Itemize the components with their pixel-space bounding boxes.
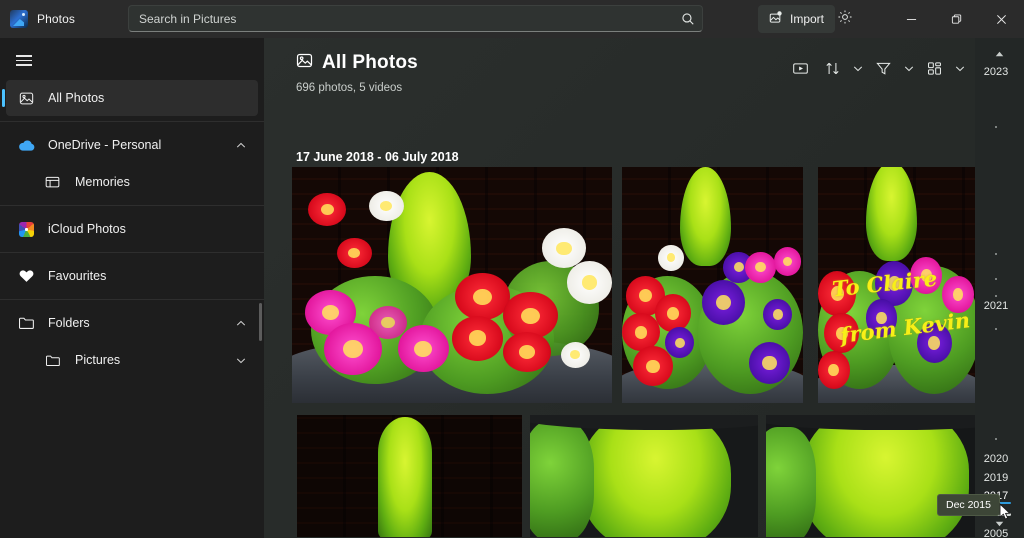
- view-dropdown-chevron[interactable]: [951, 53, 968, 83]
- photo-icon: [16, 91, 36, 106]
- photo-thumbnail[interactable]: [297, 415, 522, 537]
- scrubber-year-2019[interactable]: 2019: [975, 472, 1017, 484]
- sidebar-item-label: Favourites: [48, 269, 107, 283]
- import-label: Import: [790, 12, 825, 26]
- chevron-down-icon[interactable]: [236, 351, 246, 369]
- timeline-scrubber[interactable]: 2023 2021 2020 2019 2017 2005: [975, 38, 1024, 538]
- sidebar-item-icloud-photos[interactable]: iCloud Photos: [6, 211, 258, 247]
- scrubber-tick-dot: [995, 328, 997, 330]
- chevron-up-icon[interactable]: [236, 136, 246, 154]
- close-button[interactable]: [979, 0, 1024, 38]
- sidebar-scrollbar-thumb[interactable]: [259, 303, 262, 341]
- chevron-up-icon[interactable]: [236, 314, 246, 332]
- date-tooltip: Dec 2015: [937, 494, 1000, 516]
- search-bar[interactable]: [128, 5, 703, 32]
- scrubber-year-2023[interactable]: 2023: [975, 66, 1017, 78]
- main-content: All Photos 696 photos, 5 videos 17 June …: [264, 38, 1024, 538]
- sidebar-item-favourites[interactable]: Favourites: [6, 258, 258, 294]
- sort-dropdown-chevron[interactable]: [849, 53, 866, 83]
- scrubber-scroll-up-button[interactable]: [975, 46, 1024, 62]
- sidebar: All Photos OneDrive - Personal Memories: [0, 38, 264, 538]
- photos-app-window: Photos Import: [0, 0, 1024, 538]
- photo-thumbnail[interactable]: [292, 167, 612, 403]
- page-title: All Photos: [296, 52, 418, 74]
- view-layout-button[interactable]: [919, 53, 949, 83]
- maximize-restore-button[interactable]: [934, 0, 979, 38]
- page-title-text: All Photos: [322, 52, 418, 73]
- sidebar-divider: [0, 252, 264, 253]
- import-photo-icon: [769, 10, 784, 28]
- heart-icon: [16, 269, 36, 283]
- hamburger-icon: [16, 55, 32, 66]
- folder-icon: [42, 354, 62, 367]
- folder-icon: [16, 316, 36, 330]
- cloud-icon: [16, 139, 36, 152]
- scrubber-tick-dot: [995, 438, 997, 440]
- sidebar-item-all-photos[interactable]: All Photos: [2, 80, 258, 116]
- scrubber-tick-dot: [995, 126, 997, 128]
- date-range-header: 17 June 2018 - 06 July 2018: [296, 150, 459, 164]
- photo-icon: [296, 52, 313, 74]
- photo-thumbnail[interactable]: [622, 167, 803, 403]
- scrubber-year-2020[interactable]: 2020: [975, 453, 1017, 465]
- sort-button[interactable]: [817, 53, 847, 83]
- sidebar-item-label: Pictures: [75, 353, 121, 367]
- sidebar-item-label: iCloud Photos: [48, 222, 126, 236]
- sidebar-item-onedrive-personal[interactable]: OneDrive - Personal: [6, 127, 258, 163]
- search-icon[interactable]: [674, 12, 702, 26]
- sidebar-item-pictures[interactable]: Pictures: [6, 342, 258, 378]
- sidebar-item-folders[interactable]: Folders: [6, 305, 258, 341]
- scrubber-tick-dot: [995, 295, 997, 297]
- title-bar: Photos Import: [0, 0, 1024, 38]
- main-toolbar: •••: [785, 53, 1000, 83]
- filter-dropdown-chevron[interactable]: [900, 53, 917, 83]
- memories-icon: [42, 175, 62, 189]
- sidebar-item-label: Folders: [48, 316, 90, 330]
- window-controls: [889, 0, 1024, 38]
- gear-icon: [837, 9, 853, 30]
- photo-thumbnail[interactable]: [530, 415, 758, 537]
- photos-app-logo-icon: [10, 10, 28, 28]
- sidebar-divider: [0, 299, 264, 300]
- mouse-pointer-icon: [999, 502, 1011, 521]
- icloud-photos-icon: [16, 221, 36, 237]
- scrubber-year-2021[interactable]: 2021: [975, 300, 1017, 312]
- scrubber-tick-dot: [995, 253, 997, 255]
- search-input[interactable]: [129, 11, 674, 26]
- slideshow-button[interactable]: [785, 53, 815, 83]
- photo-thumbnail[interactable]: [766, 415, 992, 537]
- app-title: Photos: [37, 12, 75, 26]
- photo-count-subtitle: 696 photos, 5 videos: [296, 82, 403, 94]
- sidebar-item-label: All Photos: [48, 91, 105, 105]
- sidebar-divider: [0, 205, 264, 206]
- scrubber-tick-dot: [995, 278, 997, 280]
- sidebar-item-label: Memories: [75, 175, 130, 189]
- sidebar-divider: [0, 121, 264, 122]
- photo-thumbnail[interactable]: To Claire from Kevin: [818, 167, 977, 403]
- import-button[interactable]: Import: [758, 5, 836, 33]
- sidebar-item-label: OneDrive - Personal: [48, 138, 162, 152]
- hamburger-menu-button[interactable]: [4, 42, 44, 78]
- minimize-button[interactable]: [889, 0, 934, 38]
- settings-button[interactable]: [831, 5, 859, 33]
- sidebar-item-memories[interactable]: Memories: [6, 164, 258, 200]
- filter-button[interactable]: [868, 53, 898, 83]
- main-header: All Photos 696 photos, 5 videos: [264, 38, 1024, 108]
- chevron-up-icon: [995, 50, 1004, 59]
